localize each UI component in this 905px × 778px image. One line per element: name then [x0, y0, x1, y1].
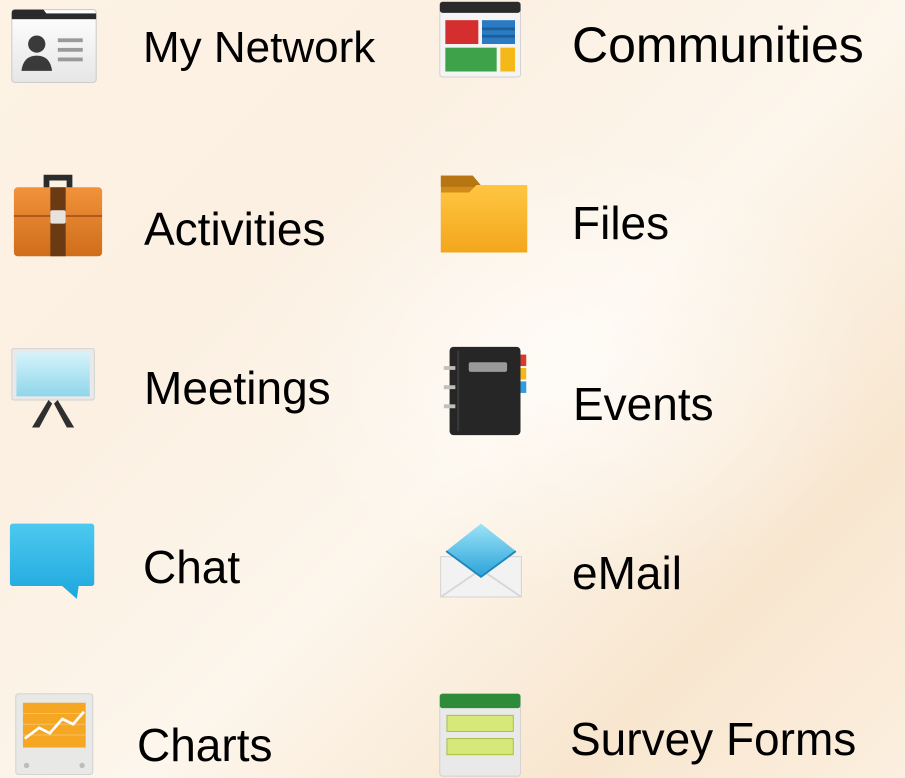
app-files[interactable]: Files: [437, 170, 837, 266]
app-meetings[interactable]: Meetings: [8, 345, 408, 441]
app-activities[interactable]: Activities: [10, 170, 410, 266]
app-label: eMail: [572, 547, 682, 599]
briefcase-icon: [13, 174, 103, 257]
contact-card-icon: [11, 9, 97, 83]
presentation-board-icon: [11, 348, 95, 428]
app-label: Communities: [572, 17, 864, 73]
form-icon: [439, 693, 521, 777]
notebook-icon: [443, 346, 527, 436]
app-label: Activities: [144, 203, 326, 255]
app-label: Meetings: [144, 362, 331, 414]
envelope-icon: [440, 523, 522, 598]
app-email[interactable]: eMail: [434, 520, 834, 616]
app-chat[interactable]: Chat: [6, 520, 406, 616]
app-label: Charts: [137, 719, 273, 771]
app-label: Chat: [143, 541, 241, 593]
app-communities[interactable]: Communities: [436, 0, 896, 96]
app-events[interactable]: Events: [440, 345, 840, 441]
app-label: Survey Forms: [570, 713, 857, 765]
speech-bubble-icon: [9, 523, 95, 599]
app-label: My Network: [143, 23, 376, 72]
app-label: Events: [573, 378, 714, 430]
dashboard-tiles-icon: [439, 1, 521, 78]
app-my-network[interactable]: My Network: [8, 0, 408, 96]
app-survey-forms[interactable]: Survey Forms: [434, 692, 904, 778]
app-charts[interactable]: Charts: [12, 692, 412, 778]
app-label: Files: [572, 197, 670, 249]
folder-icon: [440, 175, 528, 253]
line-chart-icon: [15, 693, 94, 775]
